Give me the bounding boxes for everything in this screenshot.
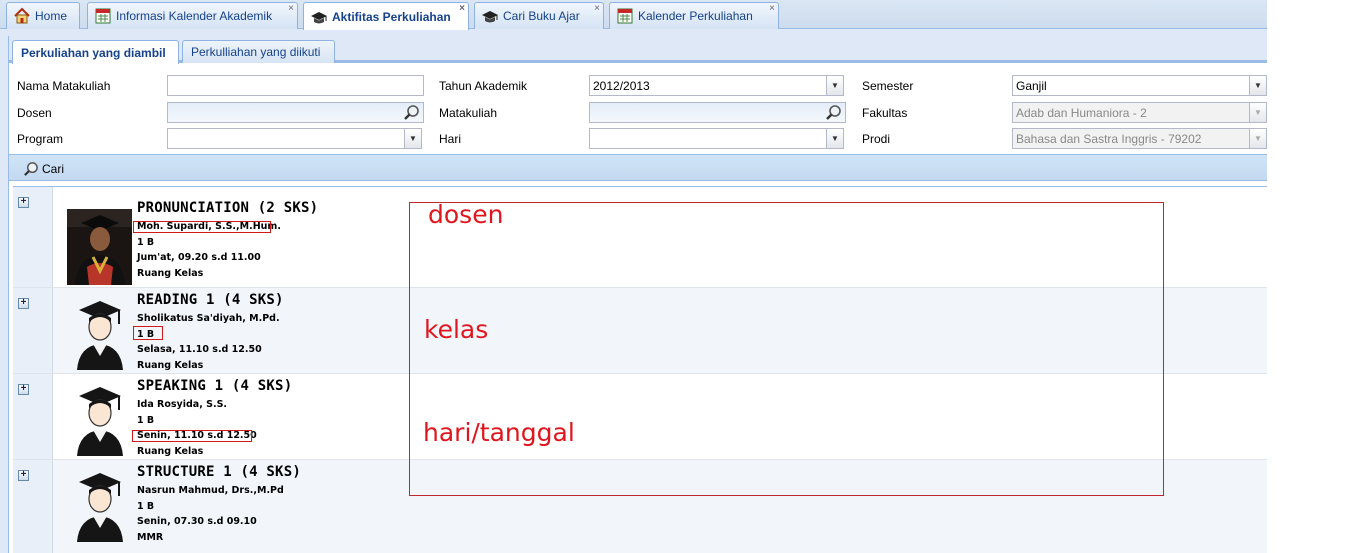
course-title: PRONUNCIATION (2 SKS) xyxy=(137,200,319,216)
semester-select[interactable]: Ganjil ▼ xyxy=(1012,75,1267,96)
course-info: Nasrun Mahmud, Drs.,M.Pd 1 B Senin, 07.3… xyxy=(137,483,284,545)
course-jadwal: Jum'at, 09.20 s.d 11.00 xyxy=(137,252,261,263)
tab-label: Aktifitas Perkuliahan xyxy=(332,9,451,24)
close-icon[interactable]: × xyxy=(594,4,600,14)
chevron-down-icon: ▼ xyxy=(1249,103,1266,122)
matakuliah-label: Matakuliah xyxy=(439,106,498,120)
person-photo xyxy=(67,209,132,285)
course-dosen: Nasrun Mahmud, Drs.,M.Pd xyxy=(137,485,284,496)
magnifier-icon xyxy=(24,161,38,176)
tab-label: Home xyxy=(35,9,68,23)
subtab-label: Perkulliahan yang diikuti xyxy=(191,45,321,59)
calendar-icon xyxy=(617,8,633,24)
close-icon[interactable]: × xyxy=(769,4,775,14)
chevron-down-icon[interactable]: ▼ xyxy=(826,129,843,148)
course-ruang: Ruang Kelas xyxy=(137,445,204,457)
annotation-box xyxy=(409,202,1164,496)
search-toolbar: Cari xyxy=(9,154,1268,181)
program-select[interactable]: ▼ xyxy=(167,128,422,149)
semester-label: Semester xyxy=(862,79,914,93)
close-icon[interactable]: × xyxy=(288,4,294,14)
tab-aktifitas-perkuliahan[interactable]: Aktifitas Perkuliahan × xyxy=(303,2,469,30)
prodi-label: Prodi xyxy=(862,132,891,146)
tab-label: Informasi Kalender Akademik xyxy=(116,9,273,23)
course-info: Ida Rosyida, S.S. 1 B Senin, 11.10 s.d 1… xyxy=(137,397,257,459)
hari-highlight-box xyxy=(132,430,252,442)
fakultas-label: Fakultas xyxy=(862,106,908,120)
dosen-highlight-box xyxy=(133,221,271,233)
course-info: Sholikatus Sa'diyah, M.Pd. 1 B Selasa, 1… xyxy=(137,311,280,373)
close-icon[interactable]: × xyxy=(459,4,465,14)
course-title: STRUCTURE 1 (4 SKS) xyxy=(137,464,301,480)
tab-kalender-perkuliahan[interactable]: Kalender Perkuliahan × xyxy=(609,2,779,29)
tab-perkuliahan-diambil[interactable]: Perkuliahan yang diambil xyxy=(12,40,179,64)
tab-informasi-kalender[interactable]: Informasi Kalender Akademik × xyxy=(87,2,298,29)
course-kelas: 1 B xyxy=(137,236,155,248)
expand-icon[interactable]: + xyxy=(18,470,29,481)
program-label: Program xyxy=(17,132,64,146)
annotation-kelas: kelas xyxy=(424,315,489,344)
fakultas-value: Adab dan Humaniora - 2 xyxy=(1016,106,1147,120)
prodi-value: Bahasa dan Sastra Inggris - 79202 xyxy=(1016,132,1202,146)
page-margin xyxy=(1267,0,1354,553)
course-ruang: MMR xyxy=(137,531,164,543)
course-dosen: Sholikatus Sa'diyah, M.Pd. xyxy=(137,313,280,324)
graduate-avatar-icon xyxy=(77,301,123,370)
graduate-avatar-icon xyxy=(77,387,123,456)
chevron-down-icon: ▼ xyxy=(1249,129,1266,148)
subtab-label: Perkuliahan yang diambil xyxy=(21,45,166,60)
course-jadwal: Selasa, 11.10 s.d 12.50 xyxy=(137,344,262,355)
graduate-avatar-icon xyxy=(77,473,123,542)
expand-icon[interactable]: + xyxy=(18,197,29,208)
course-title: SPEAKING 1 (4 SKS) xyxy=(137,378,293,394)
course-kelas: 1 B xyxy=(137,414,155,426)
graduation-cap-icon xyxy=(311,11,327,23)
tab-cari-buku-ajar[interactable]: Cari Buku Ajar × xyxy=(474,2,604,29)
dosen-label: Dosen xyxy=(17,106,52,120)
tab-label: Kalender Perkuliahan xyxy=(638,9,753,23)
filter-form: Nama Matakuliah Dosen Program ▼ Tahun Ak… xyxy=(9,66,1268,154)
tahun-akademik-select[interactable]: 2012/2013 ▼ xyxy=(589,75,844,96)
main-tab-strip: Home Informasi Kalender Akademik × Aktif… xyxy=(0,0,1267,30)
sub-tab-strip: Perkuliahan yang diambil Perkulliahan ya… xyxy=(9,36,1268,64)
course-jadwal: Senin, 07.30 s.d 09.10 xyxy=(137,516,257,527)
matakuliah-search-field[interactable] xyxy=(589,102,846,123)
nama-matakuliah-input[interactable] xyxy=(167,75,424,96)
tahun-akademik-label: Tahun Akademik xyxy=(439,79,528,93)
tab-perkuliahan-diikuti[interactable]: Perkulliahan yang diikuti xyxy=(182,40,335,63)
course-kelas: 1 B xyxy=(137,500,155,512)
dosen-search-field[interactable] xyxy=(167,102,424,123)
nama-matakuliah-label: Nama Matakuliah xyxy=(17,79,111,93)
hari-label: Hari xyxy=(439,132,462,146)
tab-home[interactable]: Home xyxy=(6,2,80,29)
chevron-down-icon[interactable]: ▼ xyxy=(404,129,421,148)
prodi-select: Bahasa dan Sastra Inggris - 79202 ▼ xyxy=(1012,128,1267,149)
annotation-dosen: dosen xyxy=(428,200,504,229)
calendar-icon xyxy=(95,8,111,24)
course-title: READING 1 (4 SKS) xyxy=(137,292,284,308)
fakultas-select: Adab dan Humaniora - 2 ▼ xyxy=(1012,102,1267,123)
hari-select[interactable]: ▼ xyxy=(589,128,844,149)
tahun-akademik-value: 2012/2013 xyxy=(593,79,650,93)
course-dosen: Ida Rosyida, S.S. xyxy=(137,399,228,410)
cari-label: Cari xyxy=(42,161,65,176)
expand-icon[interactable]: + xyxy=(18,298,29,309)
semester-value: Ganjil xyxy=(1016,79,1047,93)
course-ruang: Ruang Kelas xyxy=(137,359,204,371)
magnifier-icon[interactable] xyxy=(825,104,842,121)
magnifier-icon[interactable] xyxy=(403,104,420,121)
cari-button[interactable]: Cari xyxy=(23,159,64,178)
chevron-down-icon[interactable]: ▼ xyxy=(1249,76,1266,95)
graduation-cap-icon xyxy=(482,11,498,23)
kelas-highlight-box xyxy=(133,326,163,340)
chevron-down-icon[interactable]: ▼ xyxy=(826,76,843,95)
course-ruang: Ruang Kelas xyxy=(137,267,204,279)
annotation-hari: hari/tanggal xyxy=(423,418,575,447)
expand-icon[interactable]: + xyxy=(18,384,29,395)
tab-label: Cari Buku Ajar xyxy=(503,9,580,23)
home-icon xyxy=(14,7,30,24)
